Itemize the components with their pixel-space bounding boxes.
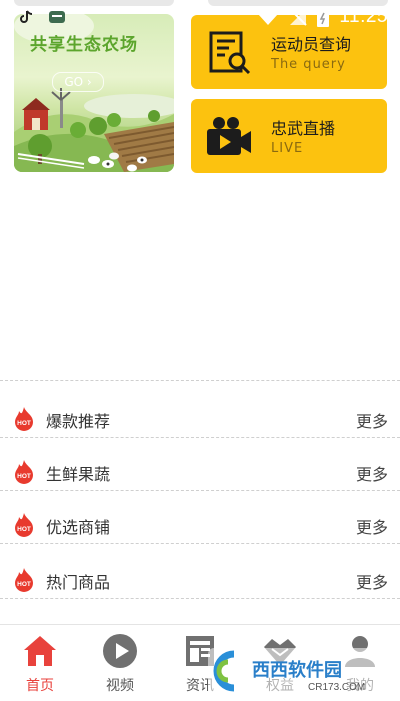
live-stream-subtitle: LIVE: [271, 141, 304, 156]
hot-flame-icon: HOT: [15, 460, 33, 484]
nav-video[interactable]: 视频: [80, 625, 160, 701]
list-divider: [0, 490, 400, 491]
list-divider: [0, 598, 400, 599]
home-icon: [24, 636, 56, 666]
wifi-icon: [258, 10, 279, 25]
list-item-label: 优选商铺: [46, 518, 111, 537]
live-stream-title: 忠武直播: [271, 119, 336, 138]
hot-flame-icon: HOT: [15, 513, 33, 537]
cr173-watermark-logo: 西西软件园 CR173.COM: [208, 648, 384, 694]
eco-farm-banner[interactable]: 共享生态农场 GO ›: [14, 14, 174, 172]
more-link[interactable]: 更多: [356, 514, 388, 538]
document-search-icon: [209, 31, 251, 75]
play-icon: [103, 634, 137, 668]
status-bar: 11:25: [0, 0, 400, 34]
more-link[interactable]: 更多: [356, 408, 388, 432]
hot-badge-text: HOT: [17, 526, 31, 533]
nav-video-label: 视频: [106, 678, 134, 694]
athlete-query-title: 运动员查询: [271, 35, 352, 54]
farm-go-label: GO: [64, 75, 84, 89]
hot-badge-text: HOT: [17, 581, 31, 588]
more-link[interactable]: 更多: [356, 569, 388, 593]
status-time: 11:25: [339, 6, 388, 27]
nav-home-label: 首页: [26, 678, 54, 694]
hot-badge-text: HOT: [17, 473, 31, 480]
no-signal-icon: [290, 9, 308, 26]
live-stream-card[interactable]: 忠武直播 LIVE: [191, 99, 387, 173]
tiktok-icon: [20, 10, 33, 23]
list-item-label: 爆款推荐: [46, 412, 111, 431]
video-camera-icon: [207, 117, 251, 155]
watermark-site: CR173.COM: [308, 682, 365, 693]
farm-go-button[interactable]: GO ›: [52, 72, 104, 92]
list-divider: [0, 437, 400, 438]
list-divider: [0, 543, 400, 544]
hot-flame-icon: HOT: [15, 568, 33, 592]
hot-flame-icon: HOT: [15, 407, 33, 431]
nav-home[interactable]: 首页: [0, 625, 80, 701]
list-divider: [0, 380, 400, 381]
app-notification-icon: [49, 11, 65, 23]
list-item-label: 热门商品: [46, 573, 111, 592]
athlete-query-subtitle: The query: [271, 57, 346, 72]
watermark-brand: 西西软件园: [252, 659, 342, 681]
list-item-label: 生鲜果蔬: [46, 465, 111, 484]
battery-icon: [317, 7, 330, 27]
hot-badge-text: HOT: [17, 420, 31, 427]
more-link[interactable]: 更多: [356, 461, 388, 485]
